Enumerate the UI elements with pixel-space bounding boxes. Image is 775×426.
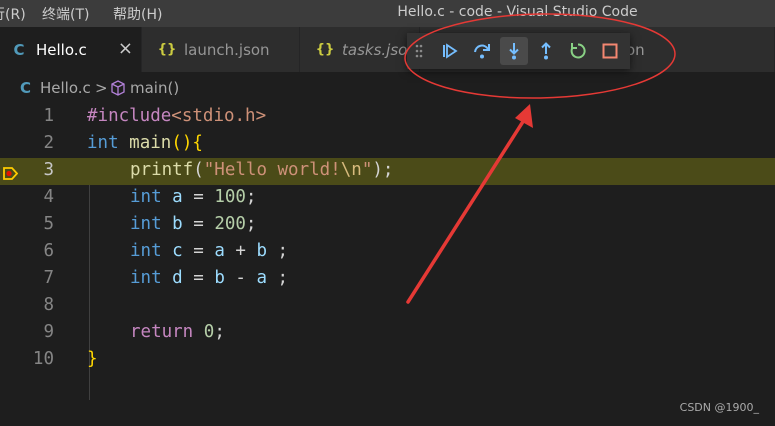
code-line[interactable]: 9 return 0; xyxy=(0,320,775,347)
restart-button[interactable] xyxy=(564,37,592,65)
line-code: int a = 100; xyxy=(130,187,257,207)
restart-icon xyxy=(570,43,586,59)
line-number: 10 xyxy=(32,349,54,369)
line-number: 9 xyxy=(43,322,54,342)
continue-icon xyxy=(443,43,458,59)
c-file-icon: C xyxy=(13,40,25,59)
step-into-button[interactable] xyxy=(500,37,528,65)
stop-button[interactable] xyxy=(596,37,624,65)
breadcrumb-symbol[interactable]: main() xyxy=(130,79,179,97)
code-line[interactable]: 1 #include<stdio.h> xyxy=(0,104,775,131)
tab-tasks-json[interactable]: {} tasks.json xyxy=(300,27,420,72)
code-line[interactable]: 10 } xyxy=(0,347,775,374)
line-code: return 0; xyxy=(130,322,225,342)
step-over-button[interactable] xyxy=(468,37,496,65)
line-number: 6 xyxy=(43,241,54,261)
line-number: 2 xyxy=(43,133,54,153)
step-over-icon xyxy=(474,44,490,59)
c-file-icon: C xyxy=(20,79,32,97)
line-number: 1 xyxy=(43,106,54,126)
json-file-icon: {} xyxy=(157,42,177,57)
drag-handle-icon[interactable] xyxy=(413,37,425,65)
tab-label: launch.json xyxy=(184,40,270,59)
chevron-right-icon: > xyxy=(95,79,108,97)
line-number: 5 xyxy=(43,214,54,234)
breadcrumb-file[interactable]: Hello.c xyxy=(40,79,91,97)
breadcrumb: C Hello.c > main() xyxy=(0,72,775,104)
tab-label: Hello.c xyxy=(36,40,87,59)
code-line[interactable]: 7 int d = b - a ; xyxy=(0,266,775,293)
json-file-icon: {} xyxy=(315,42,335,57)
code-line[interactable]: 5 int b = 200; xyxy=(0,212,775,239)
code-line[interactable]: 4 int a = 100; xyxy=(0,185,775,212)
tab-bar: C Hello.c × {} launch.json {} tasks.json… xyxy=(0,27,775,72)
step-into-icon xyxy=(509,43,519,60)
line-code: int b = 200; xyxy=(130,214,257,234)
line-number: 3 xyxy=(43,160,54,180)
debug-toolbar xyxy=(407,33,630,69)
code-editor[interactable]: 1 #include<stdio.h> 2 int main(){ 3 prin… xyxy=(0,104,775,426)
code-line-current[interactable]: 3 printf("Hello world!\n"); xyxy=(0,158,775,185)
window-title: Hello.c - code - Visual Studio Code xyxy=(397,4,638,20)
continue-button[interactable] xyxy=(436,37,464,65)
line-code: int c = a + b ; xyxy=(130,241,289,261)
code-line[interactable]: 6 int c = a + b ; xyxy=(0,239,775,266)
tab-label: tasks.json xyxy=(342,40,417,59)
line-number: 4 xyxy=(43,187,54,207)
watermark: CSDN @1900_ xyxy=(679,401,759,414)
line-code: int main(){ xyxy=(87,133,203,153)
tab-hello-c[interactable]: C Hello.c × xyxy=(0,27,142,72)
cube-icon xyxy=(110,80,126,100)
step-out-button[interactable] xyxy=(532,37,560,65)
code-line[interactable]: 8 xyxy=(0,293,775,320)
step-out-icon xyxy=(541,42,551,60)
code-line[interactable]: 2 int main(){ xyxy=(0,131,775,158)
line-number: 7 xyxy=(43,268,54,288)
line-number: 8 xyxy=(43,295,54,315)
line-code: } xyxy=(87,349,98,369)
close-icon[interactable]: × xyxy=(118,38,133,59)
stop-icon xyxy=(602,43,618,59)
line-code: #include<stdio.h> xyxy=(87,106,267,126)
line-code: int d = b - a ; xyxy=(130,268,289,288)
line-code: printf("Hello world!\n"); xyxy=(130,160,394,180)
tab-launch-json[interactable]: {} launch.json xyxy=(142,27,300,72)
title-bar: 行(R) 终端(T) 帮助(H) Hello.c - code - Visual… xyxy=(0,0,775,27)
